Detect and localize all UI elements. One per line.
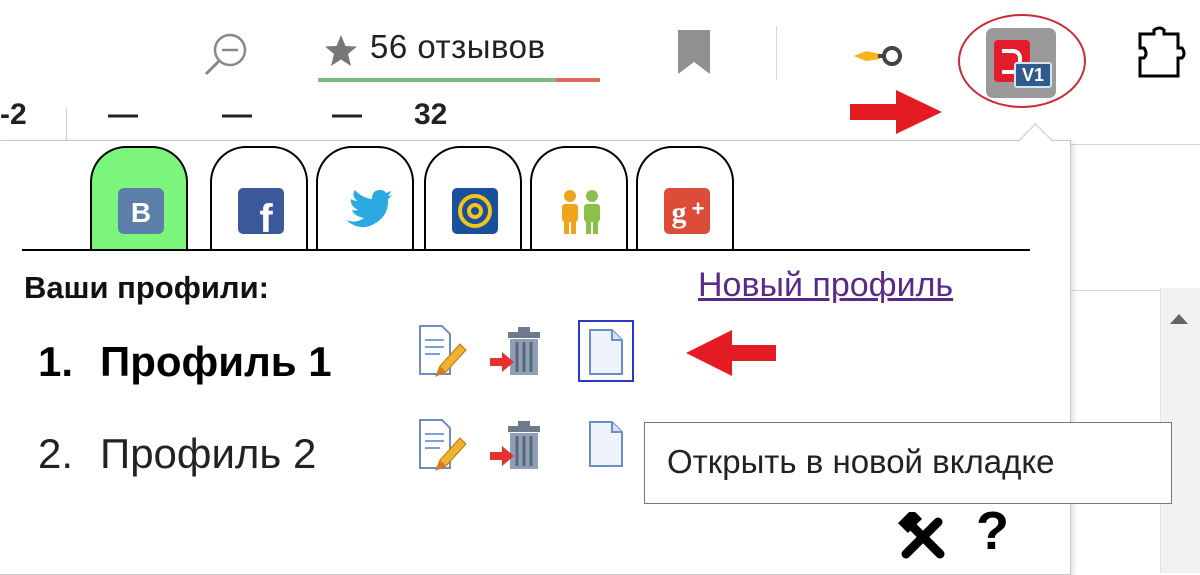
tab-facebook[interactable]: f (210, 146, 308, 250)
rating-bar (318, 78, 600, 82)
page-fragment: — (108, 98, 138, 131)
tabs-underline (22, 249, 1030, 251)
bookmark-icon[interactable] (676, 28, 712, 76)
edit-icon[interactable] (416, 416, 468, 476)
toolbar-separator (776, 26, 777, 80)
page-fragment: 32 (414, 98, 448, 131)
edit-icon[interactable] (416, 322, 468, 382)
people-icon (562, 190, 600, 234)
browser-toolbar: 56 отзывов V1 (0, 0, 1200, 108)
red-arrow-left-icon (686, 330, 776, 376)
help-icon[interactable]: ? (976, 500, 1009, 562)
tab-google-plus[interactable]: g + (636, 146, 734, 250)
svg-text:B: B (131, 197, 151, 228)
svg-text:+: + (692, 196, 705, 221)
profiles-label: Ваши профили: (24, 270, 269, 305)
new-profile-link[interactable]: Новый профиль (698, 266, 953, 305)
tab-odnoklassniki[interactable] (530, 146, 628, 250)
profile-number: 1. (38, 338, 74, 385)
twitter-icon (346, 190, 392, 228)
google-plus-icon: g + (664, 188, 710, 234)
zoom-out-icon[interactable] (198, 30, 254, 76)
tools-icon[interactable] (898, 512, 950, 562)
page-fragment: — (332, 98, 362, 131)
tab-twitter[interactable] (316, 146, 414, 250)
scroll-up-icon[interactable] (1170, 314, 1188, 324)
tooltip: Открыть в новой вкладке (644, 422, 1172, 504)
svg-text:g: g (672, 196, 687, 229)
extension-button[interactable]: V1 (958, 14, 1088, 110)
reviews-count: 56 отзывов (370, 28, 546, 65)
svg-text:f: f (259, 197, 273, 236)
social-tabs: B f g + (22, 146, 1030, 250)
profile-number: 2. (38, 430, 74, 477)
delete-icon[interactable] (488, 324, 546, 382)
facebook-icon: f (238, 188, 284, 236)
key-icon[interactable] (850, 42, 908, 70)
tab-vk[interactable]: B (90, 146, 188, 250)
new-tab-icon[interactable] (586, 328, 626, 376)
puzzle-icon[interactable] (1134, 26, 1200, 82)
page-fragment: -2 (0, 98, 27, 131)
vk-icon: B (118, 188, 164, 234)
star-icon (325, 35, 357, 66)
tab-mail[interactable] (424, 146, 522, 250)
page-fragment: — (222, 98, 252, 131)
profile-name[interactable]: Профиль 1 (100, 338, 332, 386)
mail-ru-icon (452, 188, 498, 234)
new-tab-icon[interactable] (586, 420, 626, 468)
version-badge: V1 (1014, 62, 1052, 88)
profile-name[interactable]: Профиль 2 (100, 430, 316, 478)
delete-icon[interactable] (488, 418, 546, 476)
